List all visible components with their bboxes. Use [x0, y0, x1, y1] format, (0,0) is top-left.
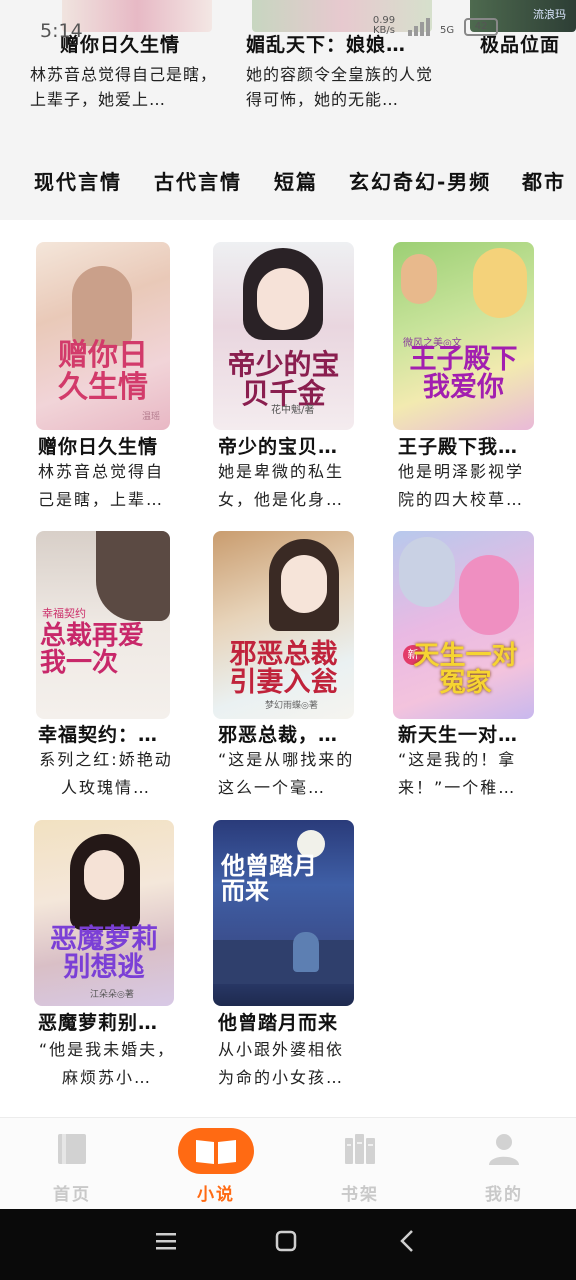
tab-fantasy-male[interactable]: 玄幻奇幻-男频 [349, 166, 491, 195]
book-cover[interactable]: 恶魔萝莉别想逃 江朵朵◎著 [34, 820, 174, 1006]
book-desc: 他是明泽影视学院的四大校草… [398, 462, 525, 509]
cover-title: 邪恶总裁引妻入瓮 [229, 639, 338, 699]
category-tabs: 现代言情 古代言情 短篇 玄幻奇幻-男频 都市 [0, 134, 576, 220]
cover-author: 温瑶 [141, 412, 160, 422]
book-desc: 林苏音总觉得自己是瞎，上辈子，她爱上… [30, 65, 218, 109]
cover-author: 江朵朵◎著 [90, 990, 134, 1000]
cover-author: 梦幻雨蝶◎著 [265, 701, 318, 711]
tab-short[interactable]: 短篇 [274, 166, 318, 195]
nav-profile[interactable]: 我的 [454, 1118, 554, 1210]
book-desc: “这是我的！拿来！”一个稚… [398, 750, 517, 797]
nav-label: 书架 [341, 1185, 379, 1205]
cover-author: 幸福契约 [42, 607, 86, 620]
book-title[interactable]: 王子殿下我… [398, 432, 534, 459]
cover-title: 天生一对冤家 [413, 641, 518, 699]
book-title[interactable]: 恶魔萝莉别… [38, 1008, 174, 1035]
book-desc: “他是我未婚夫，麻烦苏小… [38, 1040, 176, 1087]
book-cover[interactable] [62, 0, 212, 32]
signal-icon [408, 16, 430, 36]
book-cover[interactable]: 微风之美◎文 王子殿下我爱你 [393, 242, 534, 430]
book-cover[interactable]: 他曾踏月而来 [213, 820, 354, 1006]
nav-label: 我的 [485, 1185, 523, 1205]
bottom-navigation: 首页 小说 书架 我的 [0, 1117, 576, 1209]
person-icon [489, 1134, 519, 1165]
book-title[interactable]: 赠你日久生情 [38, 432, 174, 459]
nav-label: 首页 [53, 1185, 91, 1205]
nav-home[interactable]: 首页 [22, 1118, 122, 1210]
book-cover[interactable]: 新 天生一对冤家 [393, 531, 534, 719]
system-navigation-bar [0, 1209, 576, 1280]
cover-title: 赠你日久生情 [58, 338, 148, 405]
book-title[interactable]: 帝少的宝贝… [218, 432, 354, 459]
cover-title: 恶魔萝莉别想逃 [50, 924, 158, 984]
cover-author: 花中魁/著 [271, 405, 315, 416]
previous-book-row: 流浪玛 5:14 0.99 KB/s 5G 42 赠你日久生情 林苏音总觉得自己… [0, 0, 576, 134]
open-book-icon [178, 1128, 254, 1174]
book-desc: 她是卑微的私生女，他是化身… [218, 462, 345, 509]
book-title[interactable]: 新天生一对… [398, 720, 534, 747]
book-desc: 从小跟外婆相依为命的小女孩… [218, 1040, 345, 1087]
book-title[interactable]: 幸福契约：… [38, 720, 174, 747]
book-cover[interactable]: 帝少的宝贝千金 花中魁/著 [213, 242, 354, 430]
book-title[interactable]: 邪恶总裁，… [218, 720, 354, 747]
tab-modern-romance[interactable]: 现代言情 [34, 166, 122, 195]
book-icon [58, 1134, 86, 1164]
nav-novel[interactable]: 小说 [166, 1118, 266, 1210]
list-item[interactable]: 赠你日久生情 林苏音总觉得自己是瞎，上辈子，她爱上… [30, 30, 230, 112]
tab-ancient-romance[interactable]: 古代言情 [154, 166, 242, 195]
book-cover[interactable]: 幸福契约 总裁再爱我一次 [36, 531, 170, 719]
network-type: 5G [440, 25, 455, 36]
book-desc: 系列之红:娇艳动人玫瑰情… [39, 750, 173, 797]
cover-title: 帝少的宝贝千金 [227, 348, 340, 411]
list-item[interactable]: 媚乱天下：娘娘… 她的容颜令全皇族的人觉得可怖，她的无能… [246, 30, 446, 112]
cover-badge: 流浪玛 [533, 8, 566, 21]
book-title[interactable]: 他曾踏月而来 [218, 1008, 354, 1035]
book-desc: 她的容颜令全皇族的人觉得可怖，她的无能… [246, 65, 434, 109]
home-icon[interactable] [274, 1229, 298, 1253]
back-icon[interactable] [396, 1229, 420, 1253]
bookshelf-icon [345, 1134, 375, 1164]
book-desc: “这是从哪找来的这么一个毫… [218, 750, 355, 797]
cover-title: 总裁再爱我一次 [40, 621, 145, 679]
cover-title: 他曾踏月而来 [221, 852, 317, 906]
book-desc: 林苏音总觉得自己是瞎，上辈… [38, 462, 165, 509]
book-cover[interactable]: 邪恶总裁引妻入瓮 梦幻雨蝶◎著 [213, 531, 354, 719]
status-icons: 0.99 KB/s 5G 42 [370, 15, 499, 36]
book-cover[interactable]: 赠你日久生情 温瑶 [36, 242, 170, 430]
nav-label: 小说 [197, 1185, 235, 1205]
cover-title: 王子殿下我爱你 [409, 344, 518, 404]
book-grid: 赠你日久生情 温瑶 赠你日久生情 林苏音总觉得自己是瞎，上辈… 帝少的宝贝千金 … [0, 220, 576, 1117]
menu-icon[interactable] [154, 1229, 178, 1253]
status-time: 5:14 [40, 20, 83, 42]
nav-bookshelf[interactable]: 书架 [310, 1118, 410, 1210]
tab-urban[interactable]: 都市 [522, 166, 566, 195]
network-speed: 0.99 KB/s [372, 15, 396, 36]
battery-icon: 42 [464, 18, 499, 36]
